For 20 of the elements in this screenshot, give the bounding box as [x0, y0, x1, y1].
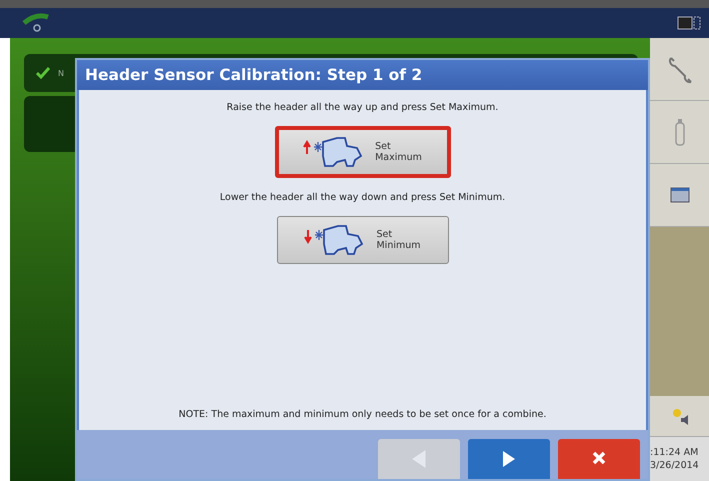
display-icon[interactable]: [677, 15, 701, 31]
sidebar-button[interactable]: [650, 38, 709, 101]
instruction-text: Raise the header all the way up and press Set Maximum.: [226, 102, 498, 113]
set-button[interactable]: Set Maximum: [274, 126, 450, 178]
right-triangle-icon: [501, 450, 517, 468]
panel-label: N: [58, 68, 64, 78]
instruction-text: Lower the header all the way down and press Set Minimum.: [220, 192, 506, 203]
note-text: NOTE: The maximum and minimum only needs to be set once for a combine.: [178, 409, 546, 420]
cancel-button[interactable]: [558, 439, 640, 479]
sidebar-button[interactable]: [650, 164, 709, 227]
left-triangle-icon: [411, 450, 427, 468]
time-text: :11:24 AM: [650, 446, 700, 459]
date-text: 3/26/2014: [650, 459, 700, 472]
window-icon: [670, 187, 690, 203]
bottle-icon: [672, 117, 686, 147]
set-button[interactable]: Set Minimum: [276, 216, 448, 264]
next-button[interactable]: [468, 439, 550, 479]
check-icon: [36, 67, 50, 79]
dialog-title: Header Sensor Calibration: Step 1 of 2: [77, 60, 648, 90]
logo-icon[interactable]: [22, 13, 50, 33]
